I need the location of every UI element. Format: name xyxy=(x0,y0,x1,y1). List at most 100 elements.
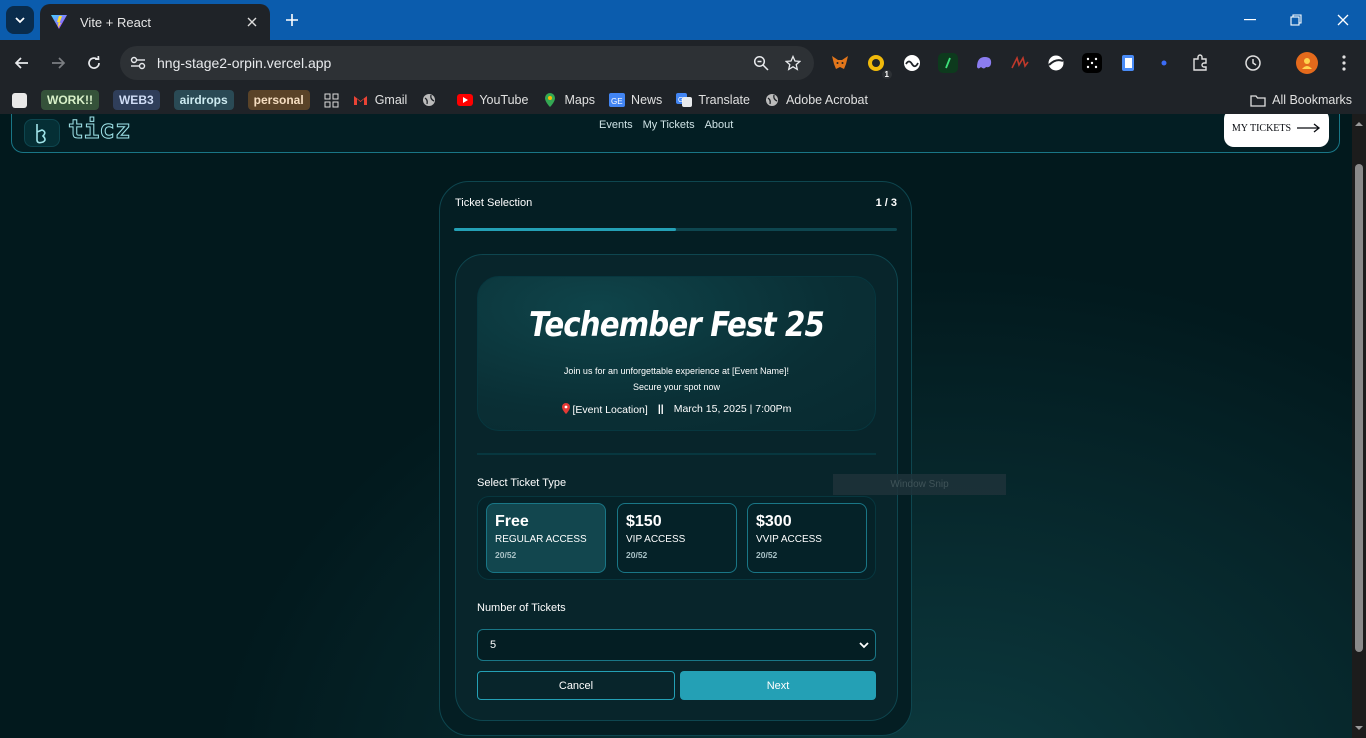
terminal-icon[interactable] xyxy=(938,53,958,73)
my-tickets-button[interactable]: MY TICKETS xyxy=(1224,114,1329,147)
nav-events[interactable]: Events xyxy=(599,119,633,131)
history-icon[interactable] xyxy=(1243,53,1263,73)
section-divider xyxy=(477,453,876,455)
extension-badge: 1 xyxy=(881,70,892,79)
all-bookmarks-label: All Bookmarks xyxy=(1272,93,1352,107)
globe-icon xyxy=(421,92,437,108)
bookmark-chip-airdrops[interactable]: airdrops xyxy=(173,90,234,110)
all-bookmarks[interactable]: All Bookmarks xyxy=(1250,92,1352,108)
metamask-fox-icon[interactable] xyxy=(830,53,850,73)
window-snip-overlay: Window Snip xyxy=(833,474,1006,495)
my-tickets-label: MY TICKETS xyxy=(1231,122,1292,134)
tab-search-button[interactable] xyxy=(6,6,34,34)
bookmark-label: YouTube xyxy=(479,93,529,107)
main-nav: Events My Tickets About xyxy=(599,119,733,131)
bookmark-translate[interactable]: G Translate xyxy=(676,92,750,108)
ticket-type-vip[interactable]: $150 VIP ACCESS 20/52 xyxy=(617,503,737,573)
reload-icon[interactable] xyxy=(82,51,106,75)
minimize-icon[interactable] xyxy=(1227,0,1273,40)
planet-icon[interactable] xyxy=(1046,53,1066,73)
apps-grid-icon[interactable] xyxy=(324,93,339,108)
number-of-tickets-label: Number of Tickets xyxy=(477,602,566,614)
svg-text:G: G xyxy=(678,97,683,104)
event-description: Join us for an unforgettable experience … xyxy=(478,363,875,395)
bookmark-label: Gmail xyxy=(374,93,408,107)
bookmark-maps[interactable]: Maps xyxy=(542,92,595,108)
bookmark-star-icon[interactable] xyxy=(782,52,804,74)
bookmark-youtube[interactable]: YouTube xyxy=(457,92,528,108)
bookmark-chip-web3[interactable]: WEB3 xyxy=(112,90,160,110)
ticket-availability: 20/52 xyxy=(495,550,517,560)
bookmark-label: WORK!! xyxy=(41,90,99,110)
event-separator: || xyxy=(657,403,664,415)
next-button[interactable]: Next xyxy=(680,671,876,700)
ticket-quantity-select[interactable]: 5 xyxy=(477,629,876,661)
url-text[interactable]: hng-stage2-orpin.vercel.app xyxy=(157,55,750,71)
profile-avatar[interactable] xyxy=(1296,52,1318,74)
tab-close-icon[interactable] xyxy=(244,14,260,30)
forward-arrow-icon[interactable] xyxy=(46,51,70,75)
signature-icon[interactable] xyxy=(1010,53,1030,73)
youtube-icon xyxy=(457,92,474,108)
new-tab-plus-icon[interactable] xyxy=(282,10,302,30)
page-scrollbar[interactable] xyxy=(1352,114,1366,738)
cancel-button[interactable]: Cancel xyxy=(477,671,675,700)
bookmark-news[interactable]: GE News xyxy=(609,92,662,108)
checkbox-icon xyxy=(12,92,27,108)
dots-grid-icon[interactable] xyxy=(1082,53,1102,73)
back-arrow-icon[interactable] xyxy=(10,51,34,75)
event-location-text: [Event Location] xyxy=(572,404,648,416)
site-settings-icon[interactable] xyxy=(128,53,148,73)
bookmark-label: Maps xyxy=(564,93,596,107)
puzzle-icon[interactable] xyxy=(1190,53,1210,73)
progress-bar-fill xyxy=(454,228,676,231)
scrollbar-thumb[interactable] xyxy=(1355,164,1363,652)
bookmark-chip-personal[interactable]: personal xyxy=(247,90,310,110)
scroll-up-arrow-icon[interactable] xyxy=(1355,120,1363,128)
ticket-type-group: Free REGULAR ACCESS 20/52 $150 VIP ACCES… xyxy=(477,496,876,580)
logo-text[interactable]: ticz xyxy=(68,115,132,146)
bookmark-label: personal xyxy=(247,90,310,110)
bookmark-chip-work[interactable]: WORK!! xyxy=(41,90,99,110)
vite-logo-icon xyxy=(51,15,67,29)
arrow-right-icon xyxy=(1297,123,1321,133)
browser-toolbar: hng-stage2-orpin.vercel.app 1 xyxy=(0,40,1366,86)
event-location: [Event Location] xyxy=(561,403,648,416)
ticket-type-regular[interactable]: Free REGULAR ACCESS 20/52 xyxy=(486,503,606,573)
page-viewport: ticz Events My Tickets About MY TICKETS … xyxy=(0,114,1352,738)
zoom-icon[interactable] xyxy=(750,52,772,74)
address-bar[interactable]: hng-stage2-orpin.vercel.app xyxy=(120,46,814,80)
coin-badge-icon[interactable]: 1 xyxy=(866,53,892,79)
dot-icon[interactable] xyxy=(1154,53,1174,73)
bookmark-label: News xyxy=(631,93,663,107)
tab-title: Vite + React xyxy=(80,14,151,30)
news-icon: GE xyxy=(609,92,626,108)
nav-my-tickets[interactable]: My Tickets xyxy=(643,119,695,131)
restore-icon[interactable] xyxy=(1273,0,1319,40)
bookmark-folder-white[interactable] xyxy=(12,92,27,108)
ghost-icon[interactable] xyxy=(974,53,994,73)
wave-icon[interactable] xyxy=(902,53,922,73)
nav-about[interactable]: About xyxy=(705,119,734,131)
event-description-line1: Join us for an unforgettable experience … xyxy=(563,366,790,376)
close-window-icon[interactable] xyxy=(1320,0,1366,40)
bookmark-gmail[interactable]: Gmail xyxy=(353,92,408,108)
location-pin-icon xyxy=(561,403,570,414)
bookmark-adobe[interactable]: Adobe Acrobat xyxy=(764,92,868,108)
step-indicator: 1 / 3 xyxy=(875,197,897,209)
more-menu-icon[interactable] xyxy=(1334,53,1354,73)
ticket-type-vvip[interactable]: $300 VVIP ACCESS 20/52 xyxy=(747,503,867,573)
document-icon[interactable] xyxy=(1118,53,1138,73)
logo-mark-icon[interactable] xyxy=(24,119,60,147)
event-datetime: March 15, 2025 | 7:00Pm xyxy=(673,403,792,415)
event-title: Techember Fest 25 xyxy=(528,305,825,345)
bookmark-label: WEB3 xyxy=(112,90,160,110)
ticket-quantity-value: 5 xyxy=(490,639,497,651)
bookmark-globe[interactable] xyxy=(421,92,443,108)
ticket-access: VVIP ACCESS xyxy=(756,534,822,545)
folder-icon xyxy=(1250,92,1266,108)
ticket-availability: 20/52 xyxy=(626,550,648,560)
scroll-down-arrow-icon[interactable] xyxy=(1355,724,1363,732)
bookmark-label: Adobe Acrobat xyxy=(785,93,868,107)
active-tab[interactable]: Vite + React xyxy=(40,4,270,40)
